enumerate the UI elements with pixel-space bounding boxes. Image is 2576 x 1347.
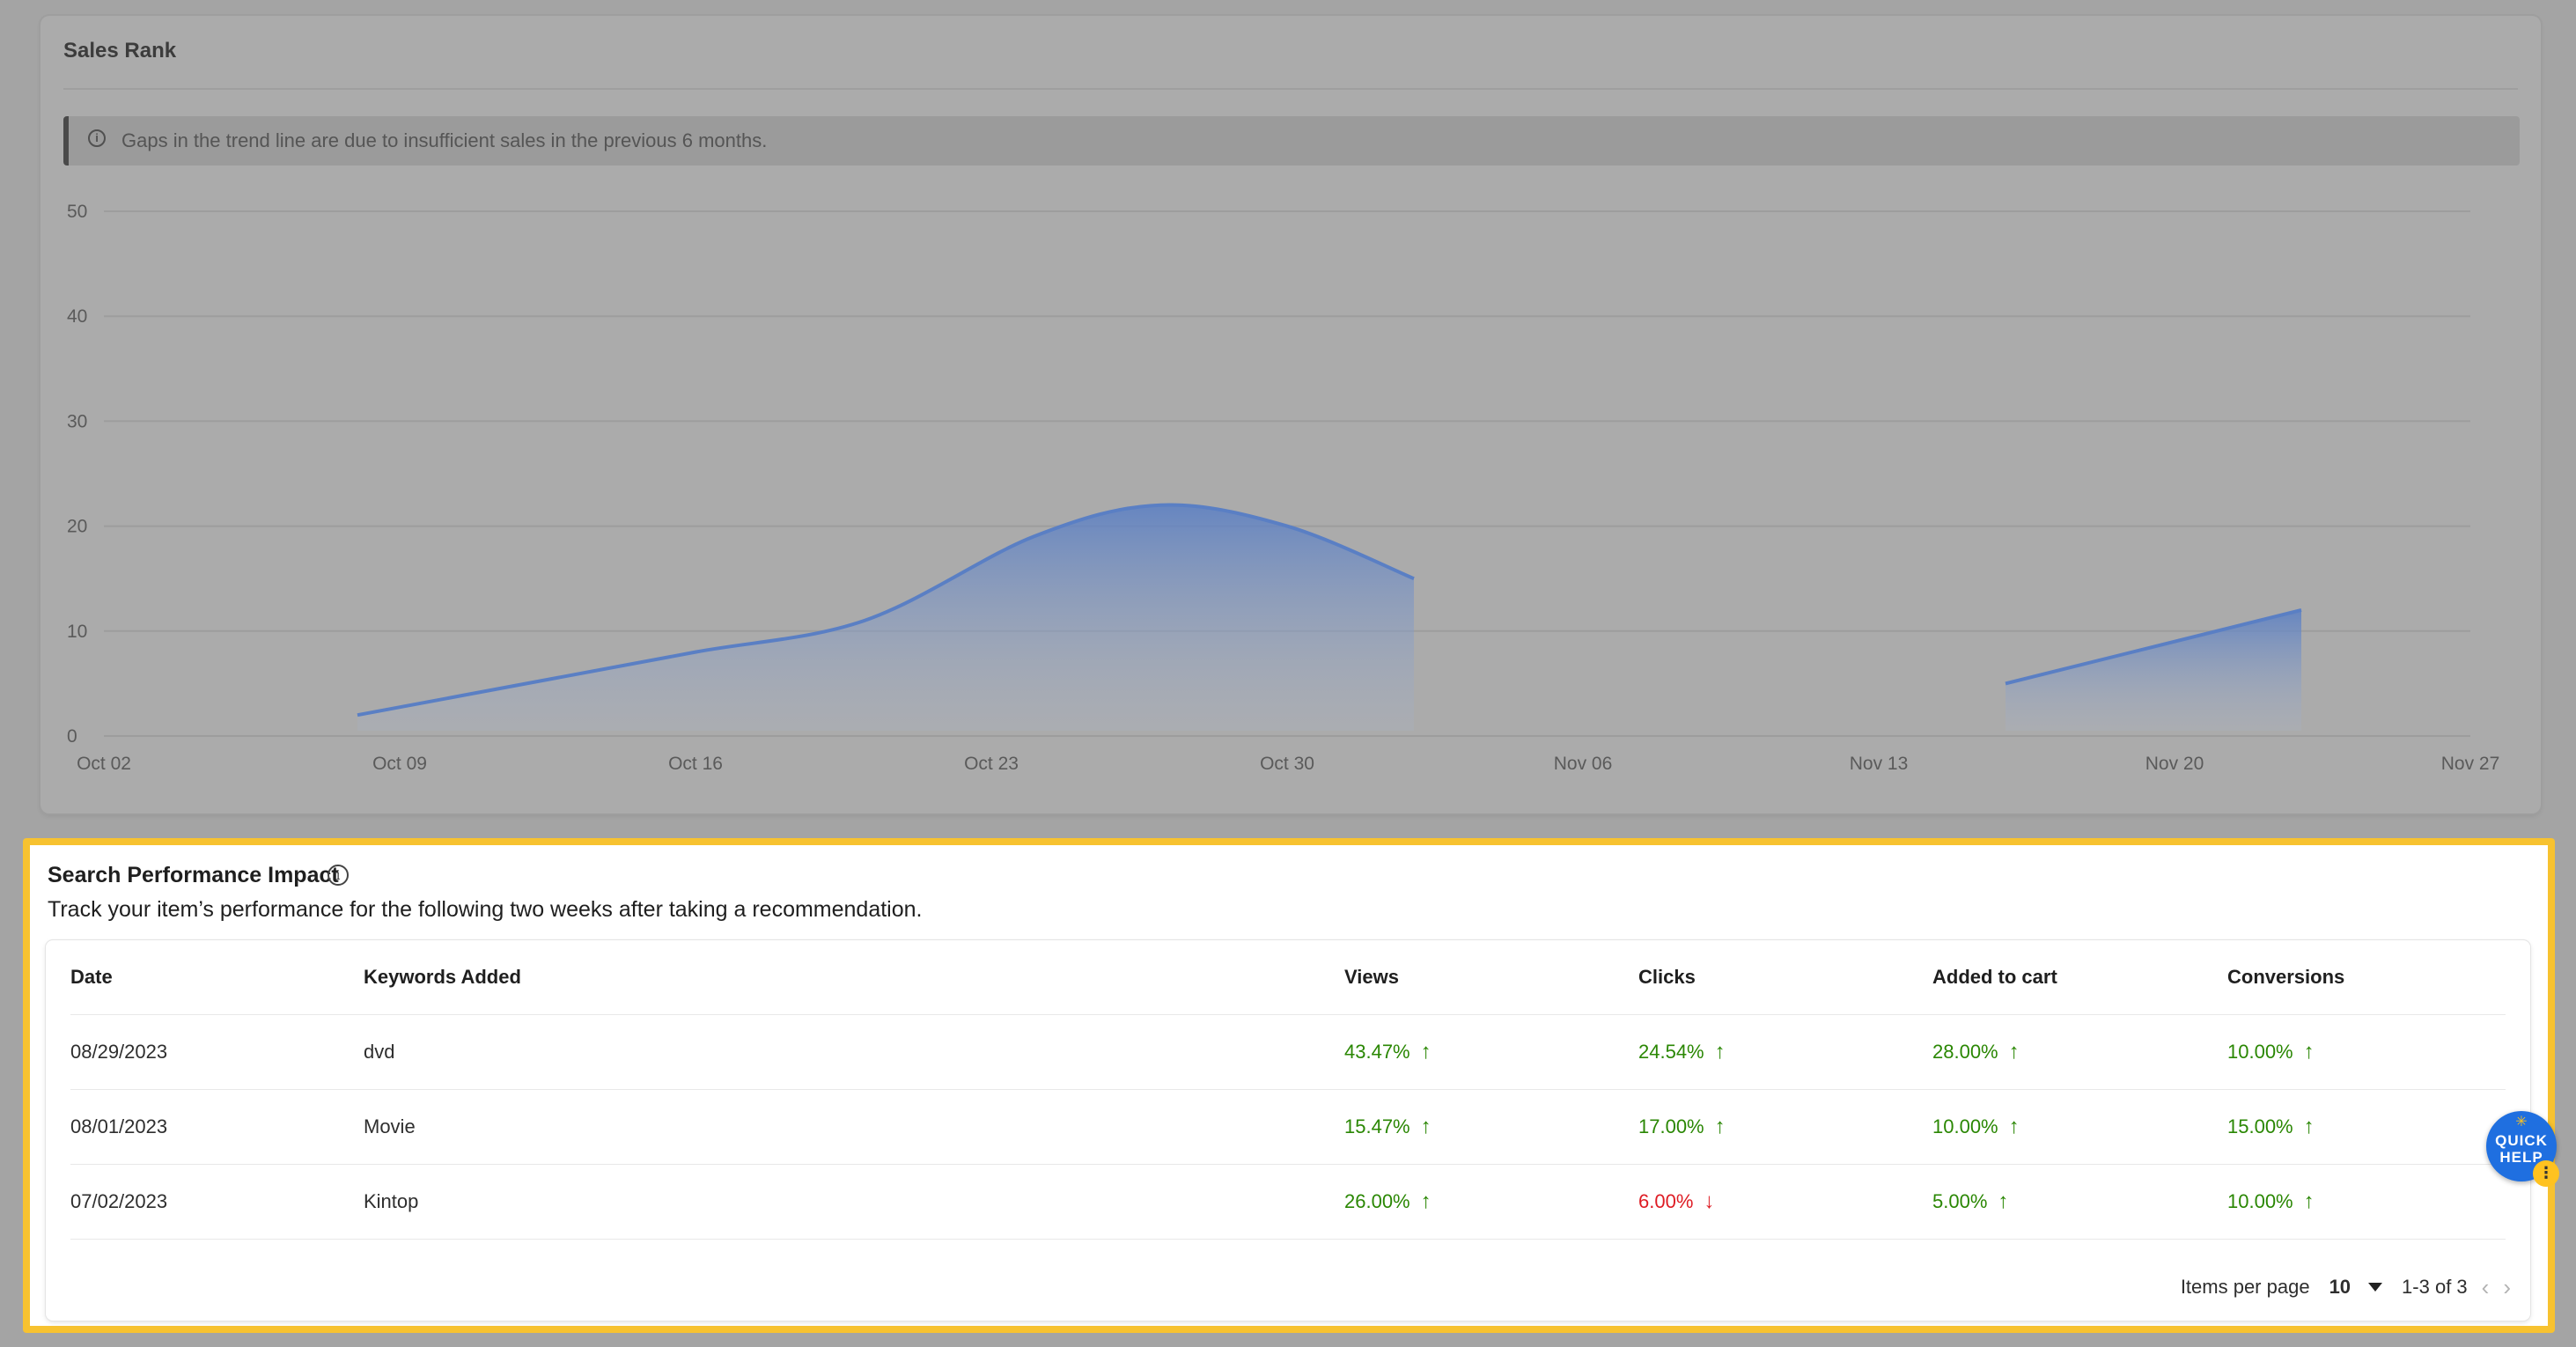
table-row: 07/02/2023 Kintop 26.00% ↑ 6.00% ↓ 5.00% ↑ 10.00… (70, 1165, 2506, 1240)
cell-views-value: 26.00% (1344, 1190, 1410, 1212)
x-tick-label: Nov 06 (1554, 754, 1613, 774)
area-fill (2006, 609, 2301, 731)
y-tick-label: 0 (67, 726, 77, 747)
arrow-up-icon: ↑ (1714, 1040, 1726, 1064)
x-tick-label: Oct 02 (77, 754, 131, 774)
column-header-date: Date (70, 966, 113, 988)
cell-added-to-cart-value: 28.00% (1932, 1041, 1998, 1063)
search-performance-impact-panel: Search Performance Impact i Track your i… (23, 838, 2555, 1333)
arrow-up-icon: ↑ (2303, 1040, 2315, 1064)
cell-date: 08/01/2023 (70, 1090, 167, 1164)
arrow-down-icon: ↓ (1704, 1189, 1715, 1213)
cell-added-to-cart-value: 10.00% (1932, 1115, 1998, 1137)
page-range-text: 1-3 of 3 (2402, 1276, 2468, 1298)
arrow-up-icon: ↑ (1714, 1115, 1726, 1138)
arrow-up-icon: ↑ (1420, 1115, 1432, 1138)
column-header-keywords: Keywords Added (364, 966, 521, 988)
x-tick-label: Nov 27 (2441, 754, 2500, 774)
cell-added-to-cart-value: 5.00% (1932, 1190, 1988, 1212)
cell-date-value: 07/02/2023 (70, 1190, 168, 1212)
cell-clicks-value: 24.54% (1638, 1041, 1704, 1063)
info-circle-icon: i (88, 129, 106, 147)
cell-views: 15.47% ↑ (1344, 1090, 1432, 1164)
impact-title: Search Performance Impact (48, 863, 339, 887)
cell-date-value: 08/01/2023 (70, 1115, 168, 1137)
items-per-page-label: Items per page (2180, 1276, 2310, 1298)
column-header-conversions: Conversions (2227, 966, 2345, 988)
banner-text: Gaps in the trend line are due to insuff… (121, 129, 768, 151)
impact-table: Date Keywords Added Views Clicks Added t… (70, 940, 2506, 1240)
x-tick-label: Nov 20 (2145, 754, 2204, 774)
y-tick-label: 20 (67, 517, 87, 537)
cell-conversions-value: 10.00% (2227, 1190, 2293, 1212)
column-header-clicks: Clicks (1638, 966, 1696, 988)
cell-clicks: 6.00% ↓ (1638, 1165, 1714, 1239)
cell-keyword-value: Kintop (364, 1190, 419, 1212)
y-tick-label: 50 (67, 202, 87, 222)
cell-conversions: 10.00% ↑ (2227, 1165, 2315, 1239)
table-row: 08/01/2023 Movie 15.47% ↑ 17.00% ↑ 10.00% ↑ 15.0… (70, 1090, 2506, 1165)
pagination: Items per page 10 1-3 of 3 ‹ › (2181, 1270, 2511, 1305)
y-tick-label: 10 (67, 622, 87, 642)
cell-clicks: 17.00% ↑ (1638, 1090, 1726, 1164)
chevron-left-icon[interactable]: ‹ (2482, 1274, 2490, 1301)
x-tick-label: Oct 09 (372, 754, 427, 774)
arrow-up-icon: ↑ (1998, 1189, 2009, 1213)
cell-clicks: 24.54% ↑ (1638, 1015, 1726, 1089)
y-tick-label: 30 (67, 411, 87, 431)
x-tick-label: Nov 13 (1850, 754, 1909, 774)
card-divider (63, 88, 2518, 90)
cell-views-value: 43.47% (1344, 1041, 1410, 1063)
cell-date-value: 08/29/2023 (70, 1041, 168, 1063)
arrow-up-icon: ↑ (1420, 1189, 1432, 1213)
chevron-right-icon[interactable]: › (2503, 1274, 2511, 1301)
cell-date: 08/29/2023 (70, 1015, 167, 1089)
x-tick-label: Oct 30 (1260, 754, 1314, 774)
cell-conversions: 10.00% ↑ (2227, 1015, 2315, 1089)
cell-views: 43.47% ↑ (1344, 1015, 1432, 1089)
column-header-views: Views (1344, 966, 1399, 988)
arrow-up-icon: ↑ (1420, 1040, 1432, 1064)
x-tick-label: Oct 16 (668, 754, 723, 774)
drag-handle-icon[interactable]: ⋮ (2533, 1160, 2559, 1187)
sales-rank-card: 0 10 20 30 40 50 Oct 02 Oct 09 Oct 16 Oct 23 Oct 3… (40, 16, 2541, 813)
arrow-up-icon: ↑ (2303, 1189, 2315, 1213)
cell-keyword-value: dvd (364, 1041, 395, 1063)
arrow-up-icon: ↑ (2303, 1115, 2315, 1138)
y-tick-label: 40 (67, 306, 87, 327)
spark-icon: ✳ (2515, 1115, 2528, 1130)
cell-keyword: Movie (364, 1090, 416, 1164)
table-row: 08/29/2023 dvd 43.47% ↑ 24.54% ↑ 28.00% ↑ 10.00%… (70, 1015, 2506, 1090)
info-banner: i Gaps in the trend line are due to insu… (63, 116, 2520, 166)
arrow-up-icon: ↑ (2008, 1040, 2020, 1064)
impact-table-card: Date Keywords Added Views Clicks Added t… (46, 940, 2530, 1321)
cell-added-to-cart: 28.00% ↑ (1932, 1015, 2020, 1089)
cell-conversions-value: 15.00% (2227, 1115, 2293, 1137)
cell-added-to-cart: 5.00% ↑ (1932, 1165, 2008, 1239)
area-fill (357, 504, 1414, 731)
cell-conversions-value: 10.00% (2227, 1041, 2293, 1063)
cell-keyword: dvd (364, 1015, 394, 1089)
sales-rank-title: Sales Rank (63, 39, 177, 63)
cell-date: 07/02/2023 (70, 1165, 167, 1239)
items-per-page-select[interactable]: 10 (2329, 1276, 2351, 1299)
arrow-up-icon: ↑ (2008, 1115, 2020, 1138)
caret-down-icon[interactable] (2368, 1283, 2383, 1292)
cell-clicks-value: 17.00% (1638, 1115, 1704, 1137)
cell-added-to-cart: 10.00% ↑ (1932, 1090, 2020, 1164)
cell-keyword-value: Movie (364, 1115, 416, 1137)
info-circle-icon[interactable]: i (328, 865, 349, 886)
cell-clicks-value: 6.00% (1638, 1190, 1694, 1212)
cell-views: 26.00% ↑ (1344, 1165, 1432, 1239)
cell-views-value: 15.47% (1344, 1115, 1410, 1137)
x-tick-label: Oct 23 (964, 754, 1019, 774)
cell-conversions: 15.00% ↑ (2227, 1090, 2315, 1164)
quick-help-label-line1: QUICK (2495, 1132, 2548, 1149)
column-header-added-to-cart: Added to cart (1932, 966, 2057, 988)
cell-keyword: Kintop (364, 1165, 418, 1239)
table-header-row: Date Keywords Added Views Clicks Added t… (70, 940, 2506, 1015)
impact-subtitle: Track your item’s performance for the fo… (48, 897, 923, 922)
